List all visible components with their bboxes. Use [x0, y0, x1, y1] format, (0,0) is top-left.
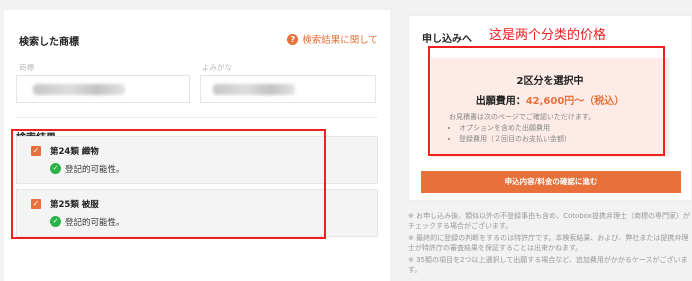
divider [16, 117, 378, 118]
class-25-name: 第25類 被服 [50, 200, 99, 210]
blurred-reading-text [213, 84, 295, 95]
filing-fee-label: 出願費用： [475, 96, 526, 107]
reading-field [200, 75, 376, 103]
disclaimer-note: ※ 35類の項目を2つ以上選択して出願する場合など、追加費用がかかるケースがござ… [408, 256, 688, 274]
check-circle-icon: ✓ [50, 216, 61, 227]
class-row-25[interactable]: ✓ 第25類 被服 ✓ 登記的可能性。 [16, 189, 378, 237]
disclaimer-notes: ※ お申し込み後、類似以外の不登録事由も含め、Cotobox提携弁理士（商標の専… [408, 211, 690, 277]
class-25-checkbox[interactable]: ✓ [31, 199, 41, 209]
blurred-trademark-text [33, 84, 125, 95]
filing-fee-amount: 42,600円〜（税込） [525, 96, 625, 107]
trademark-field [16, 75, 190, 103]
class-24-name: 第24類 織物 [50, 147, 99, 157]
class-24-checkbox[interactable]: ✓ [31, 146, 41, 156]
estimate-item: オプションを含めた出願費用 [459, 123, 571, 133]
searched-trademark-title: 検索した商標 [19, 37, 79, 48]
disclaimer-note: ※ 最終的に登録の判断をするのは特許庁です。本検索結果、および、弊社または提携弁… [408, 234, 689, 252]
price-annotation: 这是两个分类的价格 [489, 28, 607, 43]
search-help-link[interactable]: ? 検索結果に関して [287, 32, 378, 46]
disclaimer-note: ※ お申し込み後、類似以外の不登録事由も含め、Cotobox提携弁理士（商標の専… [408, 212, 690, 230]
class-24-status: 登記的可能性。 [65, 165, 125, 175]
class-25-status: 登記的可能性。 [65, 218, 125, 228]
search-help-label: 検索結果に関して [302, 35, 378, 46]
application-panel: 申し込みへ 这是两个分类的价格 2区分を選択中 出願費用：42,600円〜（税込… [408, 15, 692, 201]
confirm-application-button[interactable]: 申込内容/料金の確認に進む [421, 171, 681, 193]
reading-field-label: よみがな [202, 63, 232, 72]
estimate-items-list: オプションを含めた出願費用 登録費用（２回目のお支払い金額） [459, 123, 571, 145]
price-summary-box: 2区分を選択中 出願費用：42,600円〜（税込） お見積書は次のページでご確認… [431, 58, 669, 157]
filing-fee: 出願費用：42,600円〜（税込） [431, 92, 669, 107]
apply-title: 申し込みへ [422, 34, 472, 45]
trademark-field-label: 商標 [19, 63, 34, 72]
check-circle-icon: ✓ [50, 163, 61, 174]
estimate-note: お見積書は次のページでご確認いただけます。 [449, 113, 596, 121]
question-icon: ? [287, 33, 299, 45]
search-result-panel: 検索した商標 ? 検索結果に関して 商標 よみがな 検索結果 ✓ 第24類 織物… [4, 10, 390, 281]
selected-class-count: 2区分を選択中 [516, 76, 584, 87]
estimate-item: 登録費用（２回目のお支払い金額） [459, 134, 571, 144]
class-row-24[interactable]: ✓ 第24類 織物 ✓ 登記的可能性。 [16, 136, 378, 184]
